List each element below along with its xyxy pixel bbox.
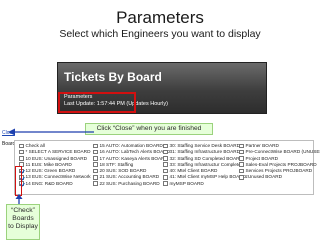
board-checkbox[interactable]: [163, 143, 168, 149]
board-option-label: 20 SUS: SOD BOARD: [99, 168, 147, 174]
board-checkbox[interactable]: [239, 149, 244, 155]
board-option-label: 41: Mtel Client myMSP Help BOARD: [169, 174, 247, 180]
board-option-label: 12 EUS: Green BOARD: [25, 168, 76, 174]
board-checkbox[interactable]: [163, 162, 168, 167]
board-option-label: 15 AUTO: Automation BOARD: [99, 143, 163, 148]
close-hint-callout: Click “Close” when you are finished: [85, 123, 213, 135]
board-option[interactable]: myMSP BOARD: [163, 181, 246, 187]
report-title: Tickets By Board: [64, 70, 162, 84]
board-checkbox[interactable]: [93, 181, 98, 186]
board-checkbox[interactable]: [93, 149, 98, 155]
board-checkbox[interactable]: [93, 156, 98, 161]
board-checkbox[interactable]: [93, 175, 98, 180]
board-checkbox[interactable]: [239, 168, 244, 174]
board-option-label: 30: Staffing Service Desk BOARD: [169, 143, 241, 148]
board-option-label: Pre-ConnectWise BOARD (UNUSED): [245, 149, 320, 155]
board-checkbox[interactable]: [239, 175, 244, 180]
board-option-label: 13 EUS: ConnectWise Network: [25, 174, 91, 180]
board-checkbox[interactable]: [93, 162, 98, 167]
board-checkbox[interactable]: [93, 143, 98, 149]
board-option-label: Project BOARD: [245, 155, 279, 161]
arrow-icon: [8, 128, 94, 136]
board-checkbox[interactable]: [163, 168, 168, 174]
board-option[interactable]: zUnused BOARD: [239, 174, 320, 180]
board-option-label: myMSP BOARD: [169, 180, 204, 186]
board-column-4: Partner BOARD Pre-ConnectWise BOARD (UNUS…: [239, 143, 320, 181]
callout-line: to Display: [8, 223, 38, 231]
callout-line: Boards: [12, 215, 34, 223]
board-checkbox[interactable]: [163, 149, 168, 155]
board-option-label: 11 EUS: Mike BOARD: [25, 161, 72, 167]
board-option-label: 14 ENG: R&D BOARD: [25, 180, 73, 186]
page-subtitle: Select which Engineers you want to displ…: [59, 28, 261, 40]
board-checkbox[interactable]: [163, 156, 168, 161]
board-checkbox[interactable]: [19, 149, 24, 155]
board-option-label: Services Projects PROJBOARD: [245, 168, 313, 174]
board-option-label: Partner BOARD: [245, 143, 279, 148]
board-option-label: 40: Mtel Client BOARD: [169, 168, 218, 174]
board-option-label: Check all: [25, 143, 45, 148]
board-checkbox[interactable]: [163, 181, 168, 186]
board-option-label: 10 EUS: Unassigned BOARD: [25, 155, 88, 161]
parameters-highlight-box: [58, 92, 136, 113]
board-column-1: Check all * SELECT A SERVICE BOARD 10 EUS:…: [19, 143, 91, 187]
board-option-label: 18 STF: Staffing: [99, 161, 134, 167]
checked-boards-highlight: [15, 166, 22, 196]
board-column-3: 30: Staffing Service Desk BOARD 31: Staff…: [163, 143, 246, 187]
board-checkbox[interactable]: [19, 156, 24, 161]
board-option-label: * SELECT A SERVICE BOARD: [25, 149, 91, 155]
board-checkbox[interactable]: [239, 162, 244, 167]
board-option-label: 16 AUTO: LabTech Alerts BOARD: [99, 149, 171, 155]
board-option-label: zUnused BOARD: [245, 174, 282, 180]
board-option-label: Sales-Eval Projects PROJBOARD: [245, 161, 317, 167]
board-option-label: 21 SUS: Accounting BOARD: [99, 174, 160, 180]
board-checkbox[interactable]: [19, 143, 24, 149]
callout-line: “Check”: [11, 207, 35, 214]
board-checkbox[interactable]: [239, 143, 244, 149]
page-title: Parameters: [116, 8, 204, 27]
board-option[interactable]: 14 ENG: R&D BOARD: [19, 181, 91, 187]
close-link[interactable]: Close: [2, 130, 15, 136]
board-checkbox[interactable]: [163, 175, 168, 180]
board-checkbox[interactable]: [93, 168, 98, 174]
board-option-label: 32: Staffing SD Completed BOARD: [169, 155, 243, 161]
board-checkbox-grid: Check all * SELECT A SERVICE BOARD 10 EUS:…: [14, 140, 320, 195]
board-option-label: 33: Staffing Infrastructur Complete: [169, 161, 241, 167]
board-option-label: 17 AUTO: Kaseya Alerts BOARD: [99, 155, 168, 161]
board-option-label: 31: Staffing Infrastructure BOARD: [169, 149, 241, 155]
check-boards-callout: “Check” Boards to Display: [6, 204, 40, 240]
board-column-2: 15 AUTO: Automation BOARD 16 AUTO: LabTec…: [93, 143, 170, 187]
board-option[interactable]: 22 SUS: Purchasing BOARD: [93, 181, 170, 187]
board-option-label: 22 SUS: Purchasing BOARD: [99, 180, 160, 186]
board-checkbox[interactable]: [239, 156, 244, 161]
